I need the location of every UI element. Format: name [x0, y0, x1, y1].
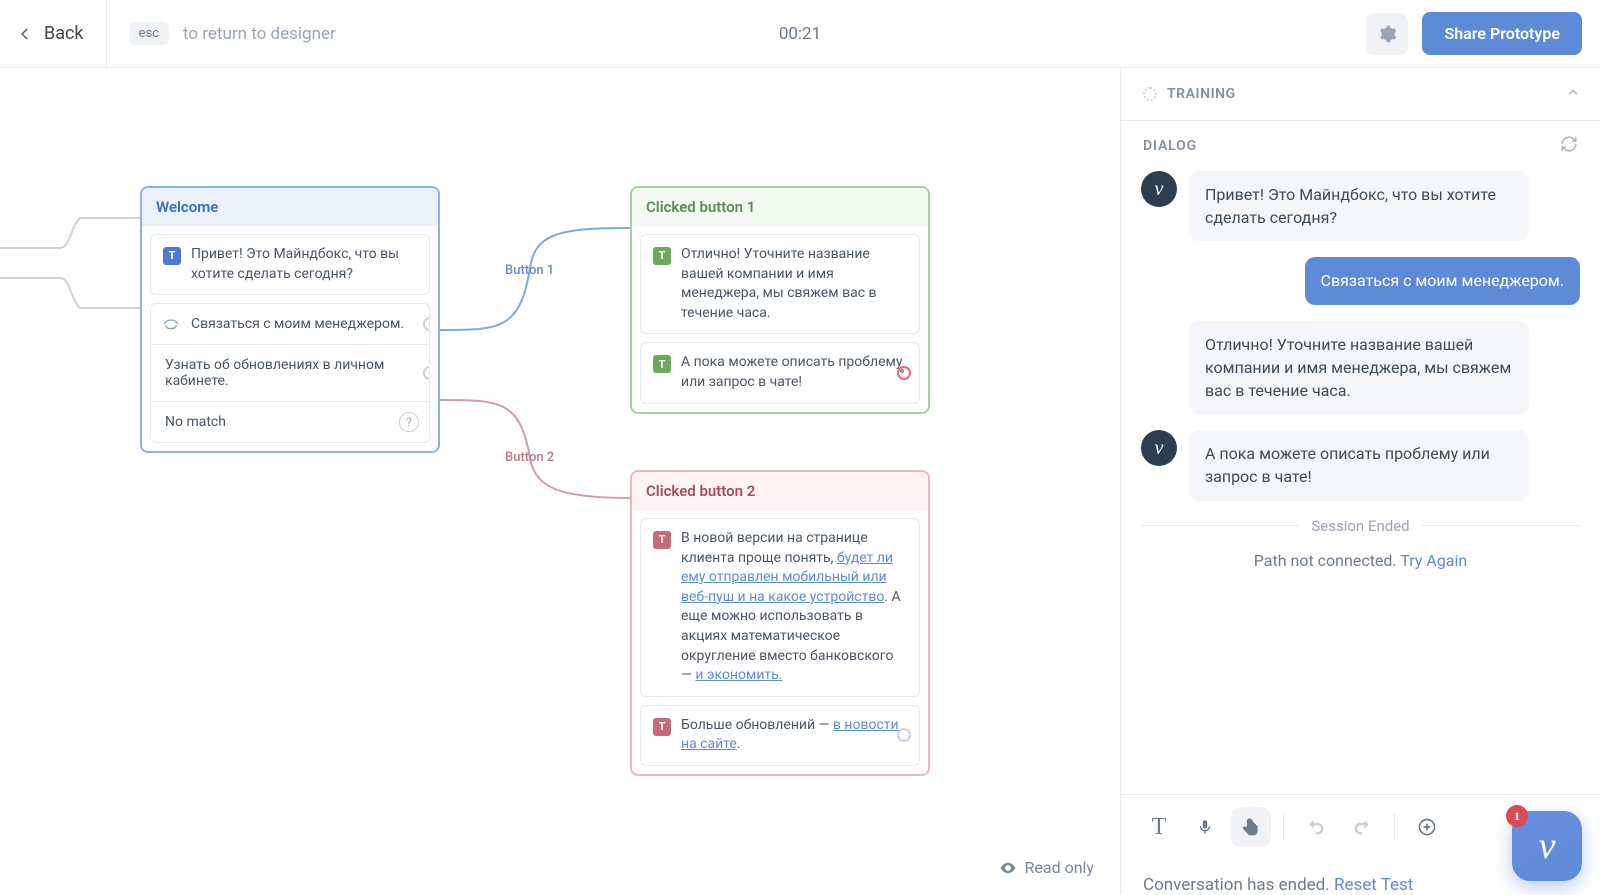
bot-avatar: v — [1141, 430, 1177, 466]
step-text-block[interactable]: T Отлично! Уточните название вашей компа… — [640, 234, 920, 334]
text-step-icon: T — [653, 718, 671, 736]
redo-icon — [1352, 817, 1372, 837]
user-message: Связаться с моим менеджером. — [1141, 257, 1580, 304]
esc-key-badge: esc — [129, 22, 169, 45]
node-title: Welcome — [142, 188, 438, 226]
tap-icon — [1241, 817, 1261, 837]
eye-icon — [999, 859, 1017, 877]
choice-row-nomatch[interactable]: No match ? — [151, 401, 429, 442]
message-bubble: Отлично! Уточните название вашей компани… — [1189, 321, 1529, 415]
text-input-mode[interactable]: T — [1139, 807, 1179, 847]
output-port[interactable] — [423, 317, 430, 331]
add-button[interactable] — [1407, 807, 1447, 847]
share-prototype-button[interactable]: Share Prototype — [1422, 12, 1582, 55]
bot-message: v Привет! Это Майндбокс, что вы хотите с… — [1141, 171, 1580, 241]
message-bubble: Привет! Это Майндбокс, что вы хотите сде… — [1189, 171, 1529, 241]
output-port[interactable] — [897, 728, 911, 742]
test-panel: TRAINING DIALOG v Привет! Это Майндбокс,… — [1120, 68, 1600, 895]
help-icon[interactable]: ? — [399, 412, 419, 432]
chevron-up-icon[interactable] — [1566, 85, 1580, 103]
fab-badge: 1 — [1506, 805, 1528, 827]
step-text: В новой версии на странице клиента проще… — [681, 529, 907, 686]
voice-input-mode[interactable] — [1185, 807, 1225, 847]
step-text: Отлично! Уточните название вашей компани… — [681, 245, 907, 323]
text-step-icon: T — [653, 247, 671, 265]
text-step-icon: T — [163, 247, 181, 265]
undo-icon — [1306, 817, 1326, 837]
redo-button[interactable] — [1342, 807, 1382, 847]
try-again-link[interactable]: Try Again — [1400, 551, 1467, 570]
loading-icon — [1143, 87, 1157, 101]
return-hint: to return to designer — [183, 24, 336, 44]
session-ended-divider: Session Ended — [1141, 517, 1580, 535]
choice-row[interactable]: Связаться с моим менеджером. — [151, 304, 429, 344]
path-status: Path not connected. Try Again — [1141, 551, 1580, 570]
text-step-icon: T — [653, 531, 671, 549]
output-port[interactable] — [423, 366, 430, 380]
timer-display: 00:21 — [779, 24, 821, 44]
plus-circle-icon — [1417, 817, 1437, 837]
training-section-header[interactable]: TRAINING — [1121, 68, 1600, 121]
top-bar: Back esc to return to designer 00:21 Sha… — [0, 0, 1600, 68]
back-label: Back — [44, 23, 84, 44]
gear-icon — [1377, 24, 1397, 44]
flow-canvas[interactable]: Button 1 Button 2 Welcome T Привет! Это … — [0, 68, 1120, 895]
step-prompt[interactable]: T Привет! Это Майндбокс, что вы хотите с… — [150, 234, 430, 295]
training-label: TRAINING — [1167, 86, 1236, 102]
dialog-transcript: v Привет! Это Майндбокс, что вы хотите с… — [1121, 171, 1600, 580]
edge-label-button-1: Button 1 — [505, 263, 554, 278]
choice-row[interactable]: Узнать об обновлениях в личном кабинете. — [151, 344, 429, 401]
undo-button[interactable] — [1296, 807, 1336, 847]
button-input-mode[interactable] — [1231, 807, 1271, 847]
dialog-label: DIALOG — [1143, 138, 1197, 154]
assistant-fab[interactable]: v 1 — [1512, 811, 1582, 881]
bot-avatar: v — [1141, 171, 1177, 207]
node-title: Clicked button 1 — [632, 188, 928, 226]
choice-text: No match — [165, 414, 226, 430]
chevron-left-icon — [18, 27, 32, 41]
message-bubble: А пока можете описать проблему или запро… — [1189, 430, 1529, 500]
bot-message: v А пока можете описать проблему или зап… — [1141, 430, 1580, 500]
microphone-icon — [1196, 818, 1214, 836]
choice-text: Связаться с моим менеджером. — [191, 316, 404, 332]
node-clicked-button-1[interactable]: Clicked button 1 T Отлично! Уточните наз… — [630, 186, 930, 414]
step-text-block[interactable]: T В новой версии на странице клиента про… — [640, 518, 920, 697]
inline-link[interactable]: и экономить. — [695, 667, 782, 683]
step-text: А пока можете описать проблему или запро… — [681, 353, 907, 392]
text-step-icon: T — [653, 355, 671, 373]
step-text: Привет! Это Майндбокс, что вы хотите сде… — [191, 245, 417, 284]
settings-button[interactable] — [1366, 13, 1408, 55]
reset-test-link[interactable]: Reset Test — [1334, 875, 1413, 895]
dialog-section-header: DIALOG — [1121, 121, 1600, 171]
speak-icon — [163, 316, 179, 336]
message-bubble: Связаться с моим менеджером. — [1305, 257, 1580, 304]
choice-text: Узнать об обновлениях в личном кабинете. — [165, 357, 384, 389]
node-clicked-button-2[interactable]: Clicked button 2 T В новой версии на стр… — [630, 470, 930, 776]
refresh-button[interactable] — [1560, 135, 1578, 157]
step-text: Больше обновлений — в новости на сайте. — [681, 716, 907, 755]
end-port[interactable] — [897, 366, 911, 380]
back-button[interactable]: Back — [18, 0, 107, 67]
edge-label-button-2: Button 2 — [505, 450, 554, 465]
bot-message: Отлично! Уточните название вашей компани… — [1141, 321, 1580, 415]
node-welcome[interactable]: Welcome T Привет! Это Майндбокс, что вы … — [140, 186, 440, 453]
node-title: Clicked button 2 — [632, 472, 928, 510]
read-only-indicator: Read only — [999, 858, 1094, 877]
step-text-block[interactable]: T А пока можете описать проблему или зап… — [640, 342, 920, 403]
choice-list: Связаться с моим менеджером. Узнать об о… — [150, 303, 430, 443]
step-text-block[interactable]: T Больше обновлений — в новости на сайте… — [640, 705, 920, 766]
